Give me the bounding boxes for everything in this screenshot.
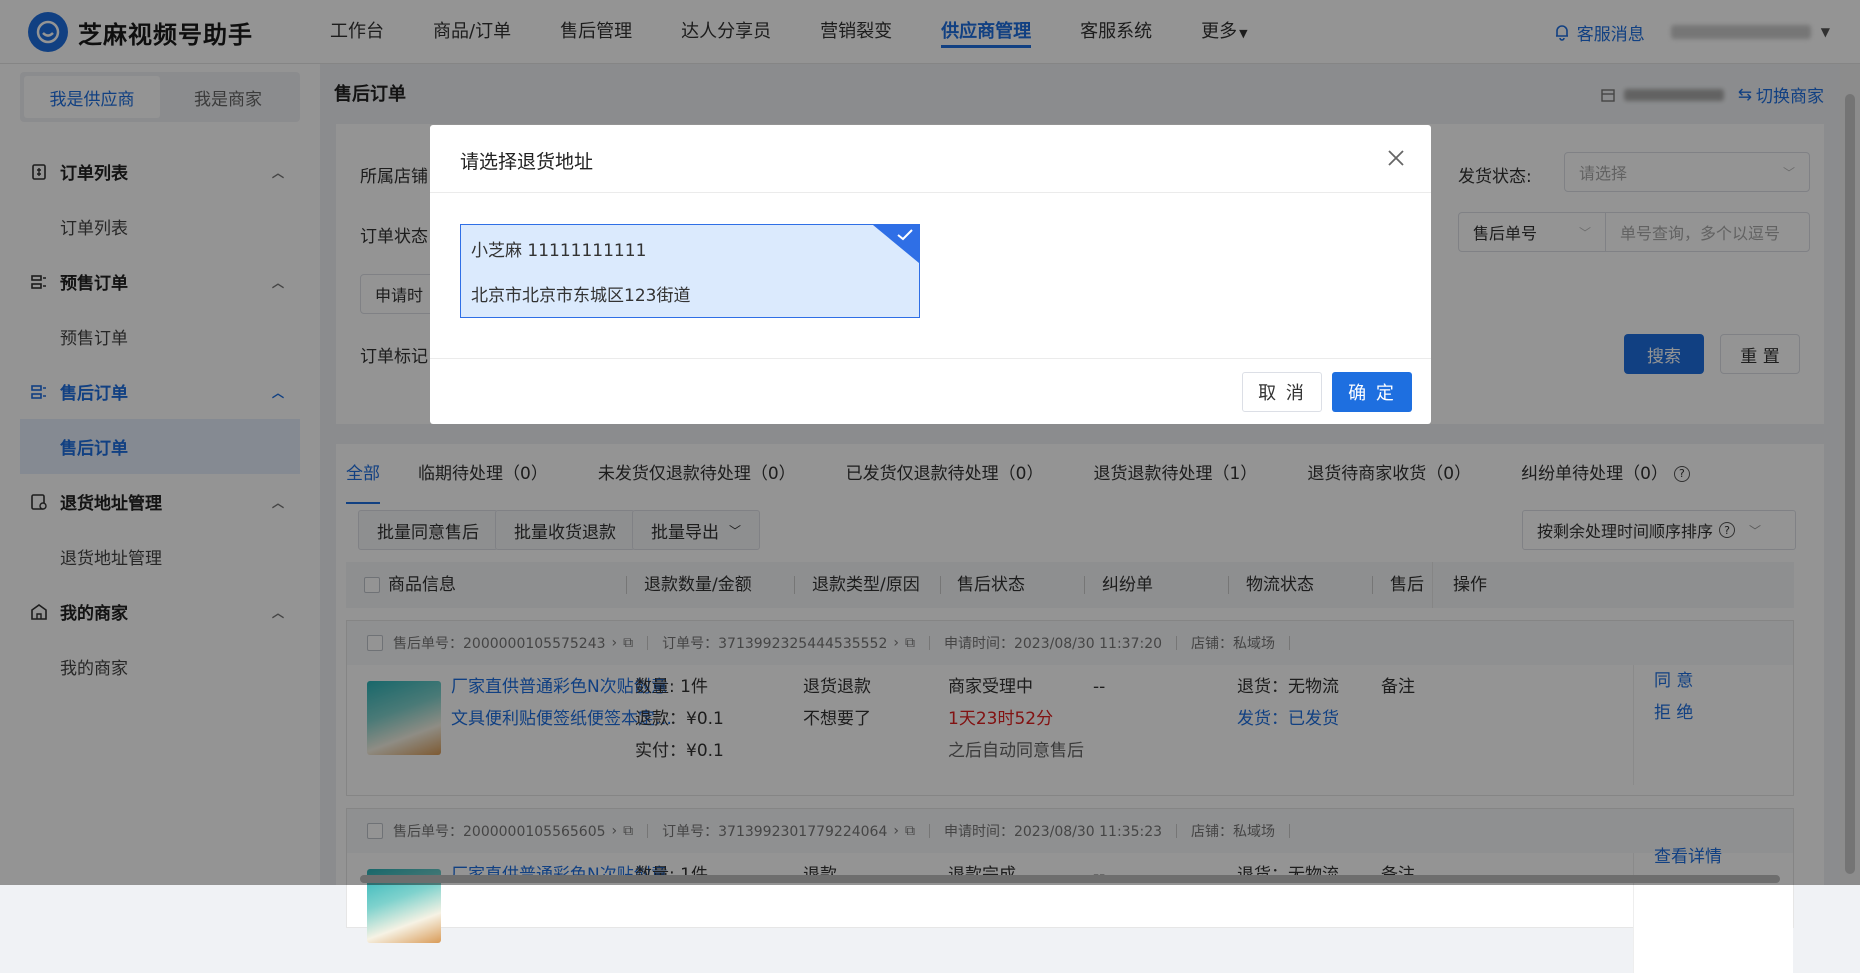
divider — [430, 192, 1431, 193]
address-name-phone: 小芝麻 11111111111 — [471, 241, 647, 261]
return-address-dialog: 请选择退货地址 小芝麻 11111111111 北京市北京市东城区123街道 取… — [430, 125, 1431, 424]
address-option-selected[interactable]: 小芝麻 11111111111 北京市北京市东城区123街道 — [460, 224, 920, 318]
cancel-button[interactable]: 取 消 — [1242, 372, 1322, 412]
dialog-title: 请选择退货地址 — [460, 151, 594, 173]
confirm-button[interactable]: 确 定 — [1332, 372, 1412, 412]
divider — [430, 358, 1431, 359]
check-icon — [897, 229, 913, 241]
close-icon[interactable] — [1385, 147, 1407, 169]
address-detail: 北京市北京市东城区123街道 — [471, 286, 691, 306]
